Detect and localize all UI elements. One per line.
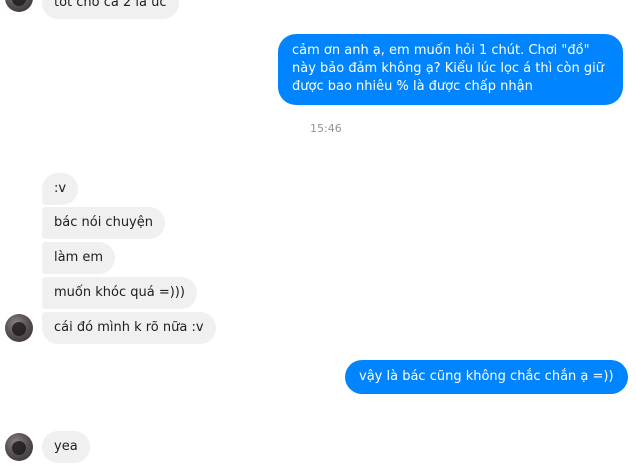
message-bubble-incoming: tốt cho cả 2 là ức — [42, 0, 179, 19]
message-bubble-outgoing: vậy là bác cũng không chắc chắn ạ =)) — [345, 360, 628, 394]
contact-avatar[interactable] — [5, 433, 33, 461]
contact-avatar[interactable] — [5, 0, 33, 12]
message-bubble-incoming: yea — [42, 431, 90, 463]
message-bubble-incoming: bác nói chuyện — [42, 207, 165, 239]
message-bubble-incoming: làm em — [42, 242, 116, 274]
message-bubble-incoming: muốn khóc quá =))) — [42, 277, 197, 309]
contact-avatar[interactable] — [5, 314, 33, 342]
message-timestamp: 15:46 — [310, 122, 342, 135]
message-bubble-incoming: cái đó mình k rõ nữa :v — [42, 312, 216, 344]
message-bubble-outgoing: cảm ơn anh ạ, em muốn hỏi 1 chút. Chơi "… — [278, 34, 623, 105]
message-bubble-incoming: :v — [42, 173, 79, 205]
